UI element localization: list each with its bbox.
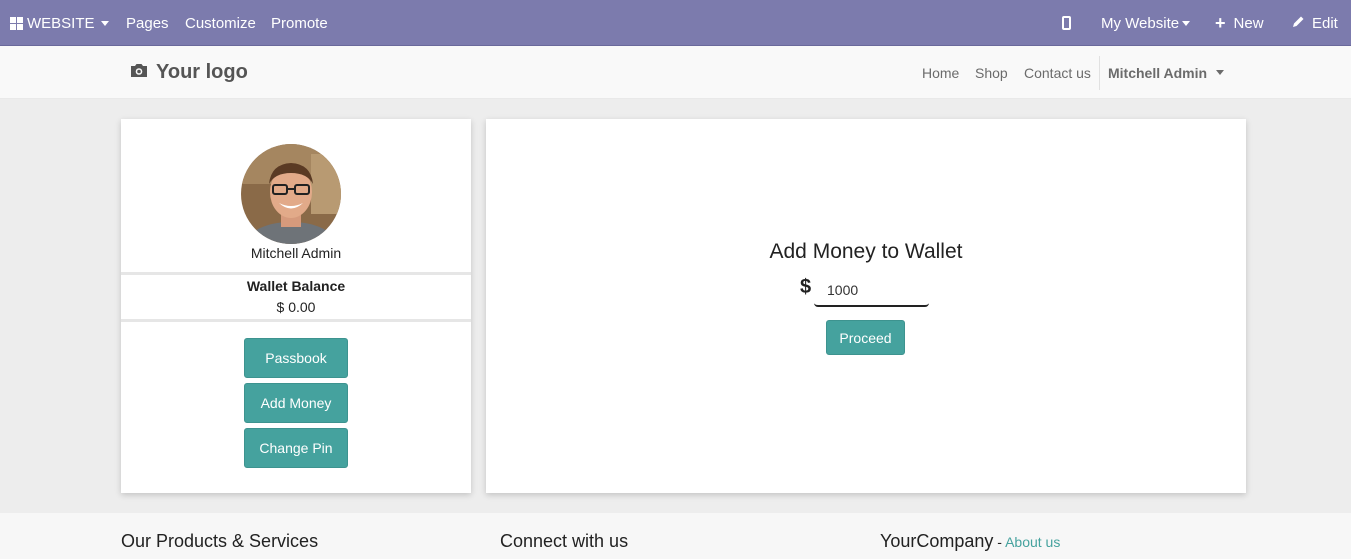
caret-down-icon xyxy=(100,20,109,26)
about-us-link[interactable]: About us xyxy=(1005,534,1060,550)
menu-customize[interactable]: Customize xyxy=(185,0,256,46)
apps-grid-icon xyxy=(10,16,23,30)
add-money-button[interactable]: Add Money xyxy=(244,383,348,423)
site-logo[interactable]: Your logo xyxy=(130,46,248,99)
footer-products-title: Our Products & Services xyxy=(121,531,319,551)
logo-text: Your logo xyxy=(156,61,248,83)
wallet-balance-label: Wallet Balance xyxy=(246,278,346,294)
pencil-icon xyxy=(1292,15,1305,32)
caret-down-icon xyxy=(1216,70,1225,75)
footer-company: YourCompany - About us xyxy=(880,531,1060,552)
website-selector[interactable]: My Website xyxy=(1101,0,1191,46)
profile-card: Mitchell Admin Wallet Balance $ 0.00 Pas… xyxy=(121,119,471,493)
proceed-button[interactable]: Proceed xyxy=(826,320,905,355)
edit-button[interactable]: Edit xyxy=(1292,0,1338,46)
divider xyxy=(121,319,471,322)
nav-home[interactable]: Home xyxy=(922,46,959,99)
camera-icon xyxy=(130,61,148,84)
footer-connect-title: Connect with us xyxy=(500,531,629,551)
footer-company-name: YourCompany xyxy=(880,531,994,551)
user-menu[interactable]: Mitchell Admin xyxy=(1108,46,1225,99)
add-money-title: Add Money to Wallet xyxy=(769,240,963,263)
profile-name: Mitchell Admin xyxy=(250,245,342,261)
edit-label: Edit xyxy=(1312,14,1338,32)
change-pin-button[interactable]: Change Pin xyxy=(244,428,348,468)
footer-separator: - xyxy=(993,534,1006,550)
new-label: New xyxy=(1233,14,1264,32)
avatar xyxy=(241,144,341,244)
mobile-phone-icon xyxy=(1062,16,1071,30)
site-header: Your logo Home Shop Contact us Mitchell … xyxy=(0,46,1351,99)
app-menu-label: WEBSITE xyxy=(27,14,95,32)
menu-pages[interactable]: Pages xyxy=(126,0,169,46)
user-menu-label: Mitchell Admin xyxy=(1108,64,1208,81)
mobile-preview-button[interactable] xyxy=(1062,0,1071,46)
new-button[interactable]: + New xyxy=(1215,0,1264,46)
nav-contact-us[interactable]: Contact us xyxy=(1024,46,1091,99)
nav-divider xyxy=(1099,56,1100,90)
menu-promote[interactable]: Promote xyxy=(271,0,328,46)
add-money-card: Add Money to Wallet $ Proceed xyxy=(486,119,1246,493)
site-footer: Our Products & Services Connect with us … xyxy=(0,513,1351,559)
amount-input[interactable] xyxy=(814,275,929,307)
website-selector-label: My Website xyxy=(1101,14,1180,32)
plus-icon: + xyxy=(1215,13,1226,33)
app-menu-button[interactable]: WEBSITE xyxy=(10,0,109,46)
wallet-balance-value: $ 0.00 xyxy=(276,299,316,315)
divider xyxy=(121,272,471,275)
nav-shop[interactable]: Shop xyxy=(975,46,1008,99)
passbook-button[interactable]: Passbook xyxy=(244,338,348,378)
admin-topbar: WEBSITE Pages Customize Promote My Websi… xyxy=(0,0,1351,46)
caret-down-icon xyxy=(1182,20,1191,26)
currency-symbol: $ xyxy=(800,276,812,298)
